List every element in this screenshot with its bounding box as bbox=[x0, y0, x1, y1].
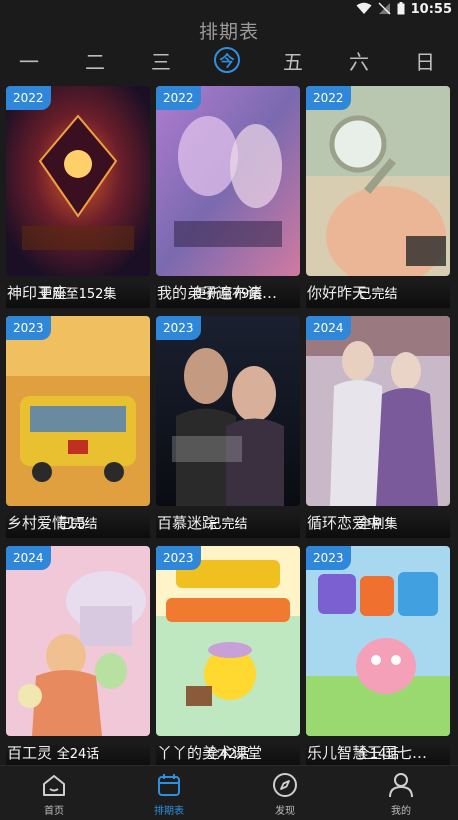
year-badge: 2022 bbox=[6, 86, 51, 110]
show-title: 百工灵 bbox=[7, 744, 53, 762]
poster-image bbox=[156, 86, 300, 276]
year-badge: 2024 bbox=[306, 316, 351, 340]
show-card[interactable]: 2023 已完结 百慕迷踪 bbox=[156, 316, 300, 538]
nav-label: 首页 bbox=[44, 806, 64, 817]
nav-label: 我的 bbox=[391, 806, 411, 817]
bottom-nav: 首页 排期表 发现 我的 bbox=[0, 765, 458, 820]
tab-label: 五 bbox=[283, 49, 303, 74]
year-badge: 2023 bbox=[156, 316, 201, 340]
poster-image bbox=[306, 86, 450, 276]
nav-label: 发现 bbox=[275, 806, 295, 817]
show-title: 循环恋爱中 bbox=[307, 514, 383, 532]
tab-monday[interactable]: 一 bbox=[9, 44, 49, 76]
nav-label: 排期表 bbox=[154, 806, 184, 817]
tab-label: 六 bbox=[349, 49, 369, 74]
year-badge: 2023 bbox=[306, 546, 351, 570]
nav-home[interactable]: 首页 bbox=[9, 766, 99, 820]
poster-image bbox=[306, 316, 450, 506]
status-time: 10:55 bbox=[410, 1, 452, 17]
year-badge: 2022 bbox=[156, 86, 201, 110]
show-card[interactable]: 2023 已完结 乡村爱情15 bbox=[6, 316, 150, 538]
show-title: 乐儿智慧王国七… bbox=[307, 744, 428, 762]
year-badge: 2022 bbox=[306, 86, 351, 110]
show-title: 我的弟子遍布诸… bbox=[157, 284, 278, 302]
poster-image bbox=[6, 316, 150, 506]
day-tabs: 一 二 三 今 五 六 日 bbox=[0, 44, 458, 76]
show-title: 丫丫的美术课堂 bbox=[157, 744, 263, 762]
show-title: 神印王座 bbox=[7, 284, 68, 302]
home-icon bbox=[41, 772, 67, 798]
show-title: 百慕迷踪 bbox=[157, 514, 218, 532]
show-card[interactable]: 2024 全剧集 循环恋爱中 bbox=[306, 316, 450, 538]
show-card[interactable]: 2024 全24话 百工灵 bbox=[6, 546, 150, 768]
year-badge: 2023 bbox=[156, 546, 201, 570]
nav-profile[interactable]: 我的 bbox=[356, 766, 446, 820]
no-signal-icon bbox=[378, 0, 391, 19]
show-card[interactable]: 2022 更新至152集 神印王座 bbox=[6, 86, 150, 308]
tab-label: 二 bbox=[85, 49, 105, 74]
calendar-icon bbox=[156, 772, 182, 798]
tab-tuesday[interactable]: 二 bbox=[75, 44, 115, 76]
tab-wednesday[interactable]: 三 bbox=[141, 44, 181, 76]
year-badge: 2023 bbox=[6, 316, 51, 340]
tab-friday[interactable]: 五 bbox=[273, 44, 313, 76]
show-card[interactable]: 2023 全14话 乐儿智慧王国七… bbox=[306, 546, 450, 768]
poster-image bbox=[6, 86, 150, 276]
show-card[interactable]: 2023 全42话 丫丫的美术课堂 bbox=[156, 546, 300, 768]
tab-label: 一 bbox=[19, 49, 39, 74]
tab-today[interactable]: 今 bbox=[207, 44, 247, 76]
compass-icon bbox=[272, 772, 298, 798]
tab-sunday[interactable]: 日 bbox=[405, 44, 445, 76]
wifi-icon bbox=[356, 0, 372, 19]
nav-discover[interactable]: 发现 bbox=[240, 766, 330, 820]
show-card[interactable]: 2022 已完结 你好昨天 bbox=[306, 86, 450, 308]
user-icon bbox=[388, 772, 414, 798]
year-badge: 2024 bbox=[6, 546, 51, 570]
nav-schedule[interactable]: 排期表 bbox=[124, 766, 214, 820]
page-title: 排期表 bbox=[198, 21, 259, 43]
status-icons: 10:55 bbox=[356, 1, 452, 17]
poster-image bbox=[156, 316, 300, 506]
tab-label: 三 bbox=[151, 49, 171, 74]
tab-label: 今 bbox=[214, 47, 240, 73]
show-title: 乡村爱情15 bbox=[7, 514, 87, 532]
tab-label: 日 bbox=[415, 49, 435, 74]
poster-image bbox=[306, 546, 450, 736]
status-bar: 10:55 bbox=[0, 0, 458, 18]
poster-image bbox=[6, 546, 150, 736]
battery-icon bbox=[397, 0, 405, 19]
show-card[interactable]: 2022 更新至79集 我的弟子遍布诸… bbox=[156, 86, 300, 308]
poster-image bbox=[156, 546, 300, 736]
tab-saturday[interactable]: 六 bbox=[339, 44, 379, 76]
show-title: 你好昨天 bbox=[307, 284, 368, 302]
